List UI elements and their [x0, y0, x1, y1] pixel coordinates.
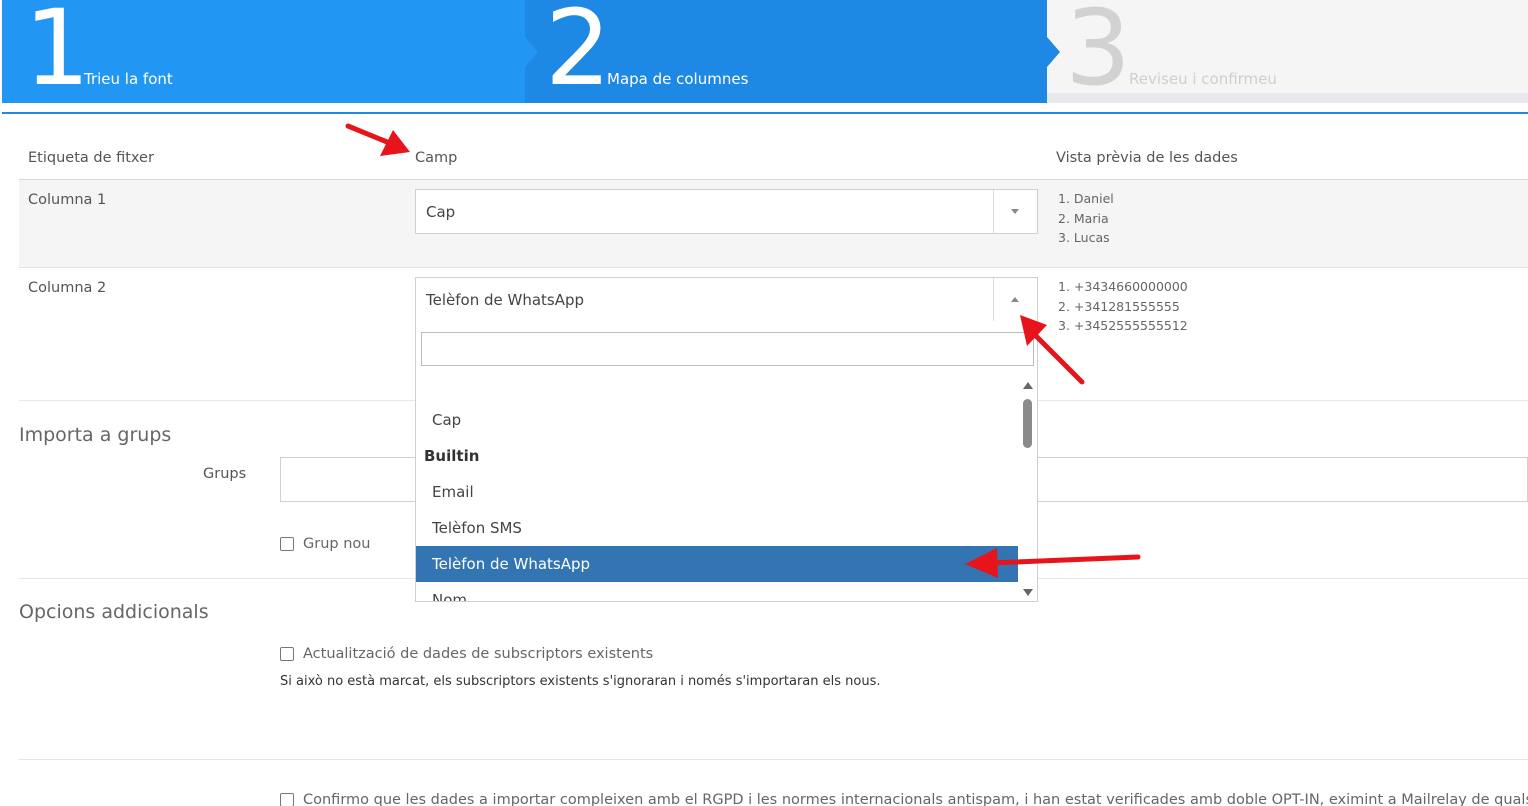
annotation-arrow-icon [345, 123, 395, 147]
gdpr-option[interactable]: Confirmo que les dades a importar comple… [280, 792, 1528, 806]
select-toggle[interactable] [993, 278, 1037, 321]
update-existing-label: Actualització de dades de subscriptors e… [303, 646, 654, 662]
step-label: Mapa de columnes [607, 70, 749, 88]
steps-underline [2, 112, 1528, 114]
header-field: Camp [415, 150, 458, 166]
preview-line: 1. Daniel [1058, 191, 1114, 206]
update-help-text: Si això no està marcat, els subscriptors… [280, 674, 881, 689]
dropdown-search-input[interactable] [421, 332, 1034, 366]
preview-line: 2. Maria [1058, 210, 1109, 226]
dropdown-group-builtin: Builtin [424, 447, 480, 465]
select-value: Telèfon de WhatsApp [426, 291, 585, 309]
update-existing-checkbox[interactable] [280, 647, 294, 661]
select-value: Cap [426, 203, 456, 221]
step-number: 1 [24, 0, 91, 103]
dropdown-option-sms-phone[interactable]: Telèfon SMS [416, 510, 1019, 546]
dropdown-option-whatsapp-phone[interactable]: Telèfon de WhatsApp [416, 546, 1019, 582]
caret-up-icon [1011, 297, 1019, 302]
wizard-step-2[interactable]: 2 Mapa de columnes [525, 0, 1047, 103]
wizard-step-1[interactable]: 1 Trieu la font [2, 0, 525, 103]
caret-down-icon [1011, 209, 1019, 214]
scroll-up-icon[interactable] [1023, 382, 1033, 389]
data-preview-column-1: 1. Daniel 2. Maria 3. Lucas [1058, 189, 1114, 248]
data-preview-column-2: 1. +3434660000000 2. +341281555555 3. +3… [1058, 277, 1188, 336]
step-label: Trieu la font [84, 70, 173, 88]
preview-line: 3. Lucas [1058, 230, 1110, 245]
dropdown-option-name[interactable]: Nom [416, 582, 1019, 601]
step-arrow-icon [1047, 37, 1060, 67]
preview-line: 3. +3452555555512 [1058, 318, 1188, 333]
new-group-checkbox[interactable] [280, 537, 294, 551]
select-toggle[interactable] [993, 190, 1037, 233]
new-group-label: Grup nou [303, 536, 371, 552]
wizard-step-3: 3 Reviseu i confirmeu [1047, 0, 1528, 103]
section-title-options: Opcions addicionals [19, 601, 209, 623]
preview-line: 2. +341281555555 [1058, 298, 1180, 314]
divider [19, 759, 1528, 760]
field-select-column-2[interactable]: Telèfon de WhatsApp [415, 277, 1038, 322]
update-existing-option[interactable]: Actualització de dades de subscriptors e… [280, 646, 653, 662]
header-file-label: Etiqueta de fitxer [28, 150, 154, 166]
step-number: 2 [545, 0, 612, 103]
gdpr-label: Confirmo que les dades a importar comple… [303, 792, 1528, 806]
dropdown-option-cap[interactable]: Cap [416, 402, 1019, 438]
field-dropdown[interactable]: Cap Builtin Email Telèfon SMS Telèfon de… [415, 321, 1038, 602]
field-select-column-1[interactable]: Cap [415, 189, 1038, 234]
header-preview: Vista prèvia de les dades [1056, 150, 1238, 166]
dropdown-scrollbar[interactable] [1018, 377, 1037, 601]
annotation-arrowhead-icon [380, 130, 410, 156]
preview-line: 1. +3434660000000 [1058, 279, 1188, 294]
gdpr-checkbox[interactable] [280, 793, 294, 806]
wizard-steps: 1 Trieu la font 2 Mapa de columnes 3 Rev… [0, 0, 1528, 114]
dropdown-option-email[interactable]: Email [416, 474, 1019, 510]
step-label: Reviseu i confirmeu [1129, 70, 1277, 88]
scrollbar-thumb[interactable] [1023, 399, 1032, 448]
section-title-groups: Importa a grups [19, 424, 172, 446]
scroll-down-icon[interactable] [1023, 589, 1033, 596]
new-group-option[interactable]: Grup nou [280, 536, 370, 552]
dropdown-options: Cap Builtin Email Telèfon SMS Telèfon de… [416, 402, 1019, 601]
step-number: 3 [1065, 0, 1132, 103]
step-arrow-icon [525, 37, 538, 67]
column-label: Columna 1 [28, 192, 107, 208]
groups-label: Grups [203, 466, 247, 482]
column-label: Columna 2 [28, 280, 107, 296]
